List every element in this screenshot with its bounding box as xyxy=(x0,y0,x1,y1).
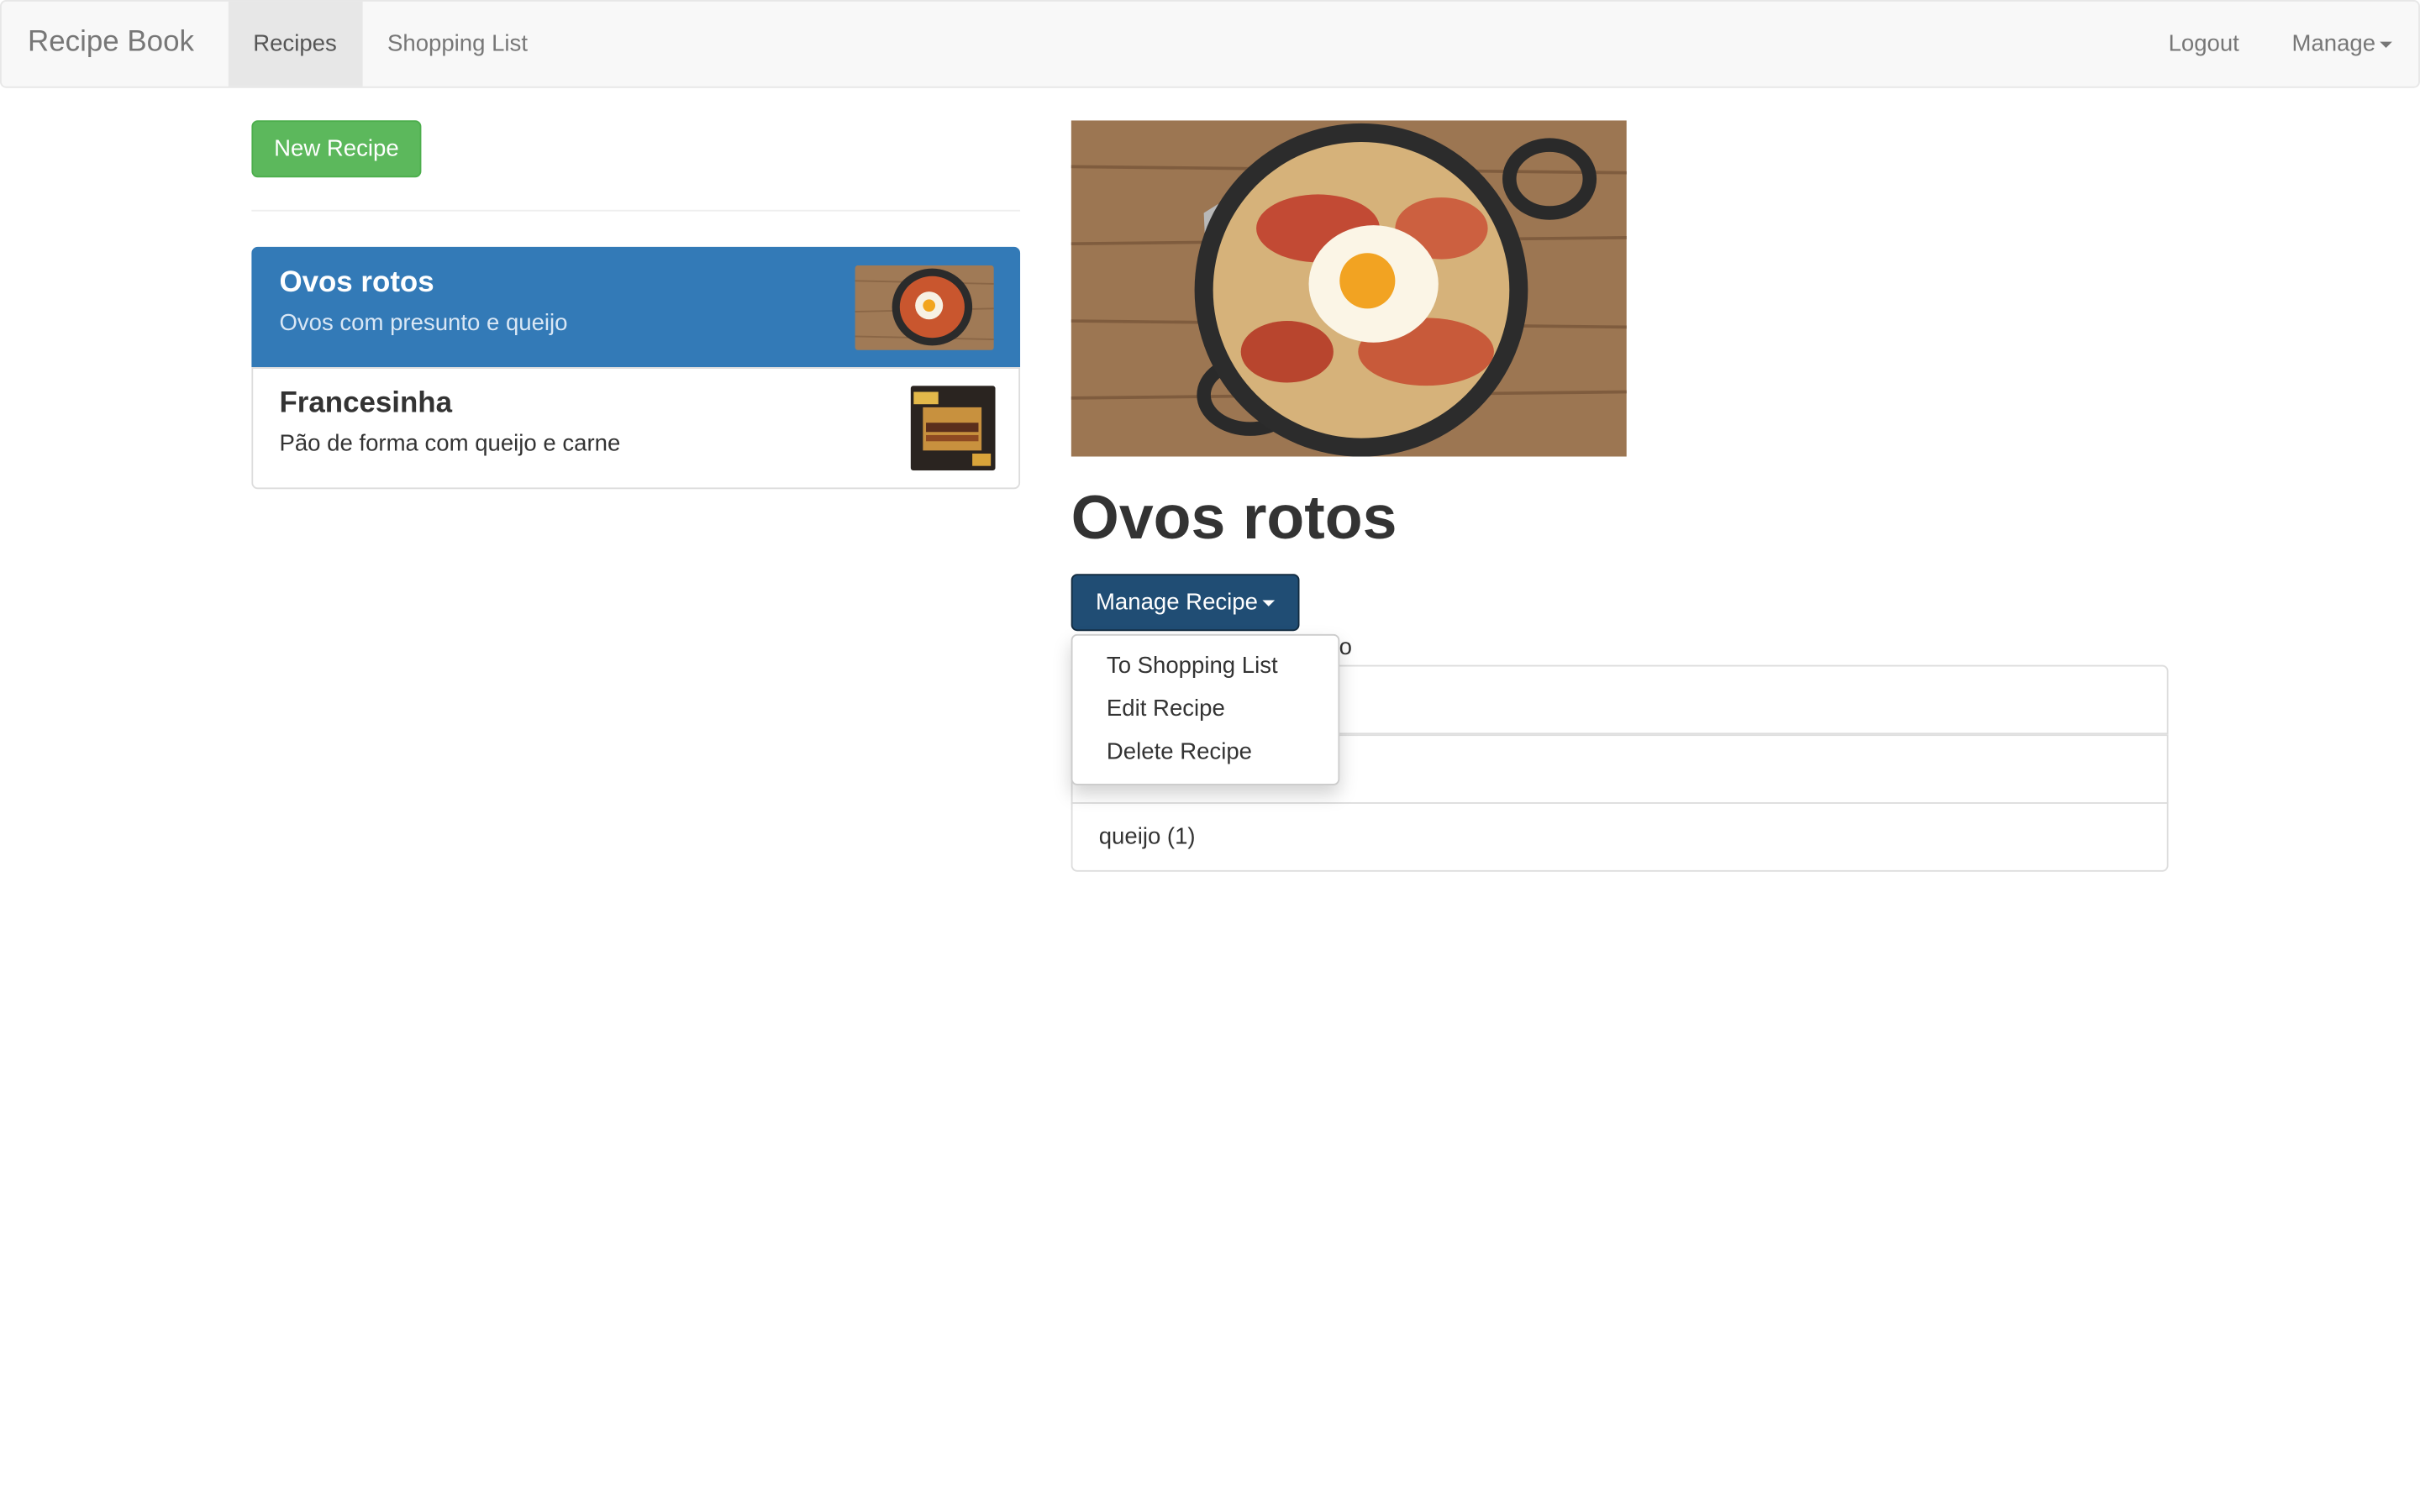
caret-down-icon xyxy=(1262,600,1276,606)
manage-label: Manage xyxy=(2291,30,2376,57)
recipe-title: Ovos rotos xyxy=(1071,484,1397,553)
menu-item-to-shopping-list[interactable]: To Shopping List xyxy=(1073,653,1339,679)
recipe-list-item-francesinha[interactable]: Francesinha Pão de forma com queijo e ca… xyxy=(251,367,1021,490)
francesinha-thumbnail-image xyxy=(910,386,996,471)
tab-shopping-list[interactable]: Shopping List xyxy=(363,2,559,87)
manage-dropdown-toggle[interactable]: Manage xyxy=(2267,2,2418,87)
ovos-rotos-thumbnail-image xyxy=(855,265,994,350)
menu-item-delete-recipe[interactable]: Delete Recipe xyxy=(1073,739,1339,765)
navbar: Recipe Book Recipes Shopping List Logout… xyxy=(0,0,2420,88)
new-recipe-button[interactable]: New Recipe xyxy=(251,120,422,178)
manage-recipe-menu: To Shopping List Edit Recipe Delete Reci… xyxy=(1071,633,1340,785)
recipe-hero-image xyxy=(1071,120,1627,457)
caret-down-icon xyxy=(2380,41,2393,48)
logout-link[interactable]: Logout xyxy=(2144,2,2267,87)
ovos-rotos-image xyxy=(1071,120,1627,457)
recipe-description: Pão de forma com queijo e carne xyxy=(279,430,621,457)
menu-item-edit-recipe[interactable]: Edit Recipe xyxy=(1073,696,1339,722)
tab-recipes[interactable]: Recipes xyxy=(228,1,363,87)
recipe-description: Ovos com presunto e queijo xyxy=(279,310,568,337)
brand[interactable]: Recipe Book xyxy=(28,26,194,60)
recipe-thumbnail xyxy=(855,265,994,350)
manage-recipe-button[interactable]: Manage Recipe xyxy=(1071,574,1300,632)
divider xyxy=(251,209,1021,212)
recipe-list-item-ovos-rotos[interactable]: Ovos rotos Ovos com presunto e queijo xyxy=(251,246,1021,368)
manage-recipe-label: Manage Recipe xyxy=(1095,589,1258,616)
recipe-thumbnail xyxy=(910,386,996,471)
recipe-name: Francesinha xyxy=(279,387,453,420)
ingredient-item[interactable]: queijo (1) xyxy=(1071,802,2169,872)
recipe-name: Ovos rotos xyxy=(279,266,434,300)
